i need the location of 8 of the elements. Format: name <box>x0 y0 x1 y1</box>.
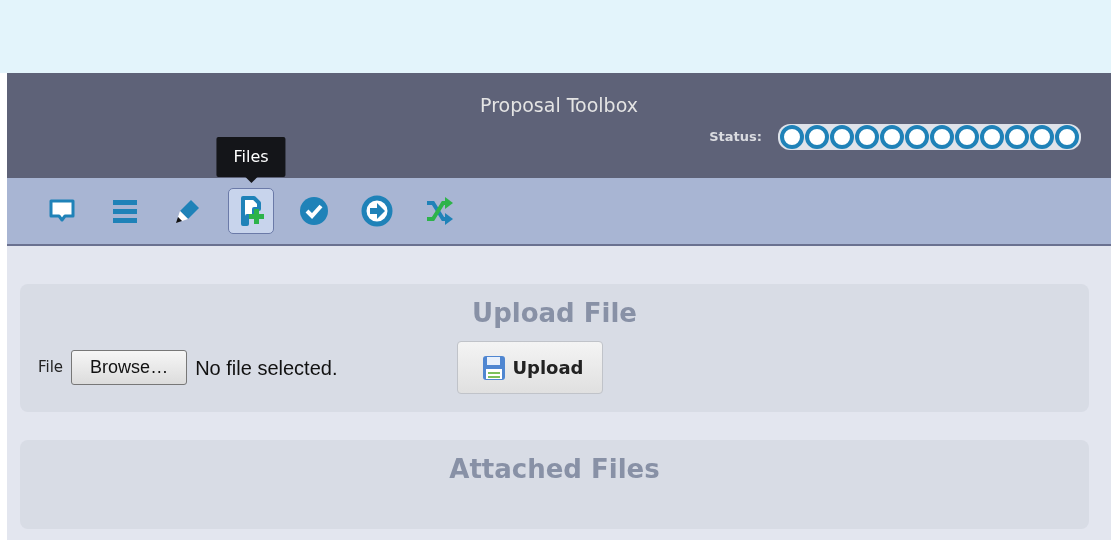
browse-button[interactable]: Browse… <box>71 350 188 385</box>
toolbox-title: Proposal Toolbox <box>480 93 638 118</box>
upload-button[interactable]: Upload <box>457 341 603 394</box>
status-label: Status: <box>709 128 762 147</box>
file-status-text: No file selected. <box>195 355 338 381</box>
panel-title: Attached Files <box>449 453 660 486</box>
panel-title: Upload File <box>472 297 637 330</box>
field-label: File <box>38 357 64 379</box>
